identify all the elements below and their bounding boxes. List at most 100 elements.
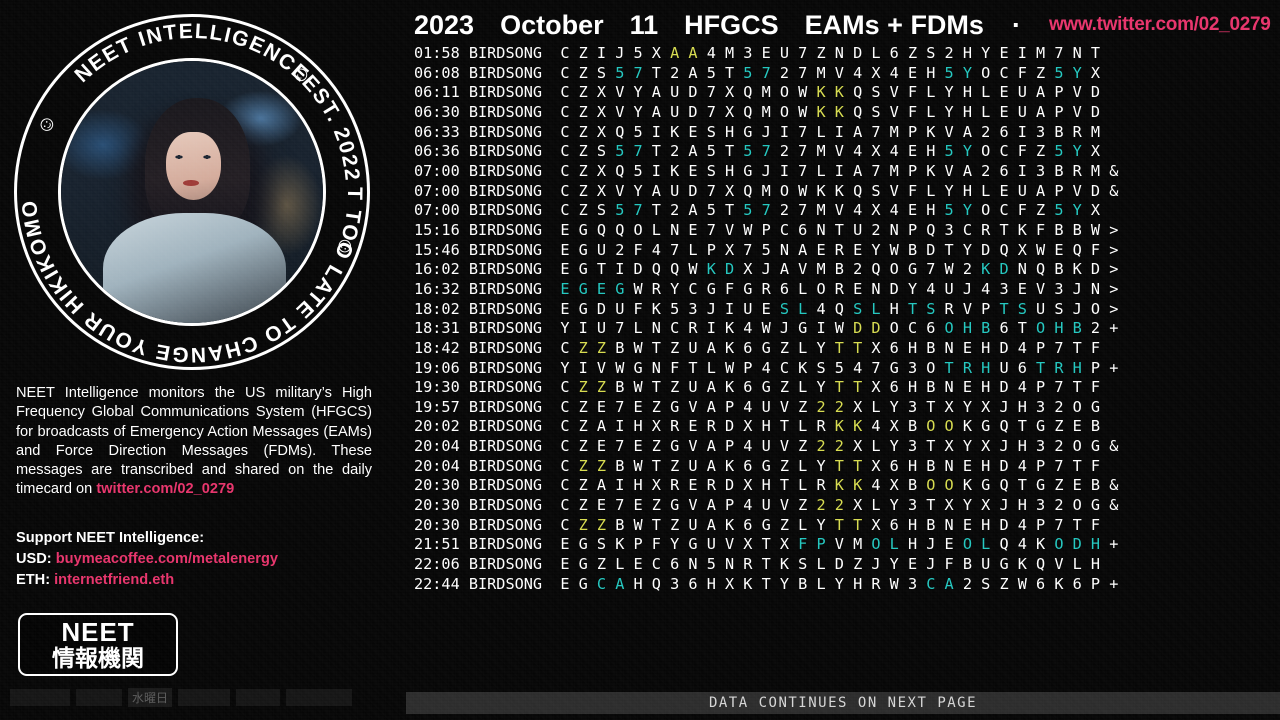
log-char: K xyxy=(962,417,982,436)
log-char: C xyxy=(670,319,689,338)
log-char: T xyxy=(834,515,854,534)
log-row-suffix: > xyxy=(1100,220,1119,239)
log-char: V xyxy=(615,83,634,102)
log-char: L xyxy=(981,102,1000,121)
log-char: D xyxy=(1090,102,1101,121)
log-char: 7 xyxy=(1054,44,1073,62)
log-char: K xyxy=(743,574,762,593)
log-char: M xyxy=(724,44,744,62)
log-char: R xyxy=(670,417,689,436)
log-char: Z xyxy=(578,142,597,161)
log-char: 7 xyxy=(1054,456,1073,475)
log-row-time: 15:46 xyxy=(414,240,469,259)
log-row: 07:00 BIRDSONG C Z X V Y A U D 7 X Q M O… xyxy=(414,182,1280,202)
log-char: 2 xyxy=(834,437,854,456)
log-char: O xyxy=(981,201,1000,220)
log-char: U xyxy=(1036,299,1055,318)
log-char: P xyxy=(907,220,927,239)
log-char: G xyxy=(1090,397,1101,416)
log-char: O xyxy=(889,319,908,338)
log-char: E xyxy=(999,102,1018,121)
log-char: Y xyxy=(633,102,652,121)
log-char: X xyxy=(853,397,872,416)
log-row-station: BIRDSONG xyxy=(468,417,561,436)
log-char: A xyxy=(651,102,671,121)
log-char: D xyxy=(999,260,1018,279)
smiley-icon: ☺ xyxy=(31,108,60,139)
log-char: I xyxy=(1017,122,1037,141)
support-block: Support NEET Intelligence: USD: buymeaco… xyxy=(16,528,376,591)
log-char: U xyxy=(670,83,689,102)
log-char: Z xyxy=(670,515,689,534)
log-char: 5 xyxy=(706,63,725,82)
log-char: V xyxy=(889,83,908,102)
log-char: E xyxy=(688,161,707,180)
log-char: Q xyxy=(615,220,634,239)
log-char: Z xyxy=(596,338,616,357)
log-char: U xyxy=(596,240,616,259)
log-char: C xyxy=(999,63,1018,82)
log-char: S xyxy=(1017,299,1037,318)
log-char: E xyxy=(633,437,652,456)
log-row-time: 19:30 xyxy=(414,378,469,397)
log-char: S xyxy=(926,299,945,318)
log-char: T xyxy=(651,201,671,220)
log-char: R xyxy=(1072,161,1091,180)
log-char: Y xyxy=(962,496,982,515)
log-char: 2 xyxy=(981,161,1000,180)
log-char: H xyxy=(1054,319,1073,338)
log-char: Y xyxy=(962,63,982,82)
log-char: S xyxy=(706,122,725,141)
log-char: E xyxy=(688,417,707,436)
log-char: I xyxy=(724,299,744,318)
log-char: Z xyxy=(578,456,597,475)
log-char: W xyxy=(615,358,634,377)
log-char: E xyxy=(560,535,579,554)
log-char: X xyxy=(871,201,890,220)
support-usd-link[interactable]: buymeacoffee.com/metalenergy xyxy=(56,551,278,567)
log-char: E xyxy=(962,338,982,357)
log-char: 6 xyxy=(1072,574,1091,593)
log-char: U xyxy=(981,555,1000,574)
log-char: K xyxy=(615,535,634,554)
header-twitter-url[interactable]: www.twitter.com/02_0279 xyxy=(1049,14,1271,36)
log-char: 6 xyxy=(743,456,762,475)
log-char: D xyxy=(889,279,908,298)
log-char: 6 xyxy=(1017,358,1037,377)
log-char: T xyxy=(1072,378,1091,397)
twitter-link[interactable]: twitter.com/02_0279 xyxy=(96,481,234,497)
log-char: Q xyxy=(670,260,689,279)
log-char: Z xyxy=(578,515,597,534)
log-char: 7 xyxy=(633,201,652,220)
log-char: 2 xyxy=(853,260,872,279)
log-char: 4 xyxy=(706,44,725,62)
log-char: 2 xyxy=(670,142,689,161)
log-row: 07:00 BIRDSONG C Z S 5 7 T 2 A 5 T 5 7 2… xyxy=(414,201,1280,221)
log-char: G xyxy=(1036,417,1055,436)
log-header: 2023 October 11 HFGCS EAMs + FDMs · www.… xyxy=(414,6,1271,44)
support-eth-link[interactable]: internetfriend.eth xyxy=(54,572,174,588)
log-char: E xyxy=(1072,417,1091,436)
log-char: L xyxy=(871,496,890,515)
log-char: T xyxy=(834,220,854,239)
log-char: I xyxy=(834,122,854,141)
log-char: H xyxy=(962,102,982,121)
log-char: 4 xyxy=(853,358,872,377)
badge-bottom-textpath: IT'S NOT TOO LATE TO CHANGE YOUR HIKIKOM… xyxy=(14,14,364,366)
log-char: O xyxy=(816,279,835,298)
log-char: 4 xyxy=(1017,378,1037,397)
log-char: A xyxy=(688,142,707,161)
log-char: S xyxy=(871,83,890,102)
log-char: T xyxy=(944,358,963,377)
log-char: 2 xyxy=(779,142,799,161)
log-char: 5 xyxy=(633,44,652,62)
log-char: B xyxy=(615,456,634,475)
log-row: 07:00 BIRDSONG C Z X Q 5 I K E S H G J I… xyxy=(414,162,1280,182)
log-char: S xyxy=(706,161,725,180)
log-char: V xyxy=(724,535,744,554)
log-char: Q xyxy=(834,299,854,318)
badge-top-textpath: NEET INTELLIGENCE xyxy=(70,20,312,87)
log-char: W xyxy=(688,260,707,279)
log-char: S xyxy=(871,181,890,200)
log-char: J xyxy=(926,555,945,574)
